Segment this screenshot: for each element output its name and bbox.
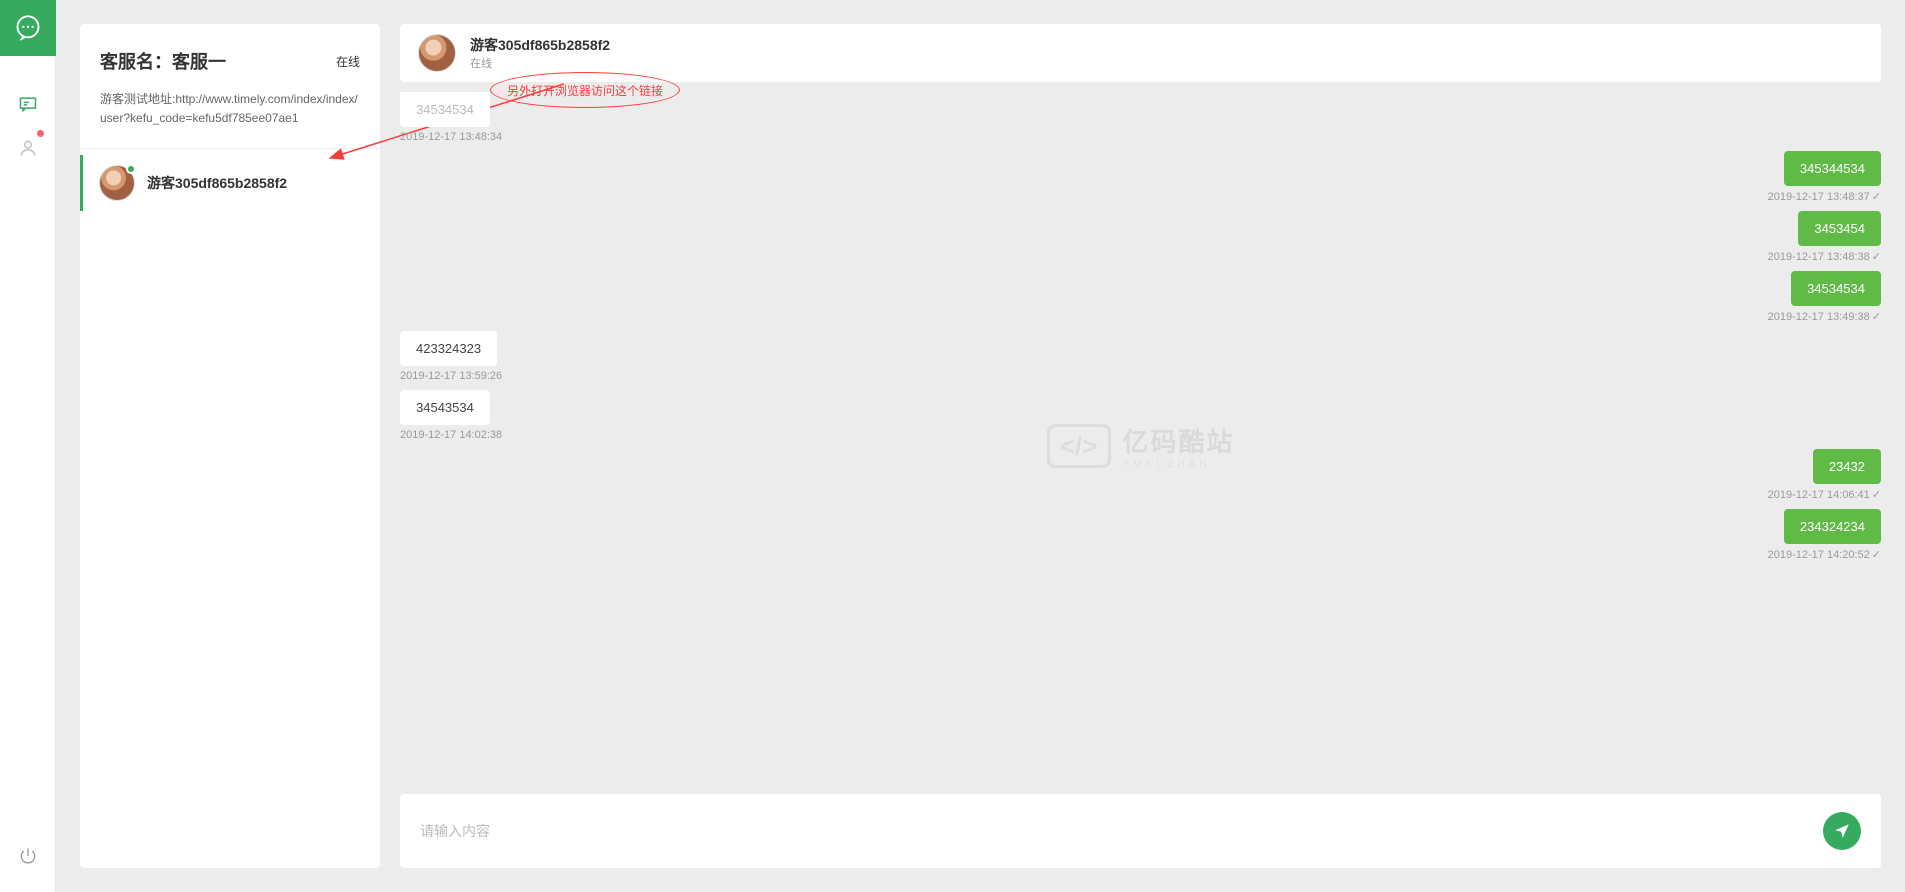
chat-panel: 游客305df865b2858f2 在线 另外打开浏览器访问这个链接 </> 亿… (400, 24, 1881, 868)
message-bubble: 34543534 (400, 390, 490, 425)
nav-contacts[interactable] (0, 126, 56, 170)
send-icon (1833, 822, 1851, 840)
nav-logo[interactable] (0, 0, 56, 56)
sidebar: 客服名：客服一 在线 游客测试地址:http://www.timely.com/… (80, 24, 380, 868)
nav-power[interactable] (0, 834, 56, 878)
check-icon: ✓ (1872, 190, 1881, 203)
message-bubble: 23432 (1813, 449, 1881, 484)
message-timestamp: 2019-12-17 13:48:38✓ (1768, 250, 1881, 263)
message-timestamp: 2019-12-17 14:20:52✓ (1768, 548, 1881, 561)
avatar (99, 165, 135, 201)
sent-message: 234324234 2019-12-17 14:20:52✓ (400, 509, 1881, 561)
message-bubble: 345344534 (1784, 151, 1881, 186)
chat-peer-status: 在线 (470, 55, 610, 71)
chat-input-bar (400, 794, 1881, 868)
check-icon: ✓ (1872, 250, 1881, 263)
user-icon (18, 138, 38, 158)
chat-peer-name: 游客305df865b2858f2 (470, 35, 610, 55)
message-timestamp: 2019-12-17 14:06:41✓ (1768, 488, 1881, 501)
received-message: 34534534 2019-12-17 13:48:34 (400, 92, 1881, 143)
sent-message: 3453454 2019-12-17 13:48:38✓ (400, 211, 1881, 263)
power-icon (18, 846, 38, 866)
message-icon (18, 94, 38, 114)
chat-bubble-icon (14, 14, 42, 42)
agent-name: 客服名：客服一 (100, 48, 226, 74)
sent-message: 345344534 2019-12-17 13:48:37✓ (400, 151, 1881, 203)
left-nav (0, 0, 56, 892)
avatar (418, 34, 456, 72)
received-message: 423324323 2019-12-17 13:59:26 (400, 331, 1881, 382)
message-list[interactable]: </> 亿码酷站 YMKUZHAN 345345342019-12-17 13:… (400, 82, 1881, 786)
contact-item[interactable]: 游客305df865b2858f2 (80, 155, 380, 211)
contact-name: 游客305df865b2858f2 (147, 173, 287, 193)
message-bubble: 234324234 (1784, 509, 1881, 544)
notification-dot (37, 130, 44, 137)
message-bubble: 34534534 (1791, 271, 1881, 306)
message-timestamp: 2019-12-17 13:49:38✓ (1768, 310, 1881, 323)
received-message: 34543534 2019-12-17 14:02:38 (400, 390, 1881, 441)
message-bubble: 3453454 (1798, 211, 1881, 246)
message-bubble: 423324323 (400, 331, 497, 366)
check-icon: ✓ (1872, 548, 1881, 561)
agent-status: 在线 (336, 53, 360, 70)
message-input[interactable] (420, 823, 1823, 839)
message-timestamp: 2019-12-17 13:48:34 (400, 131, 502, 143)
send-button[interactable] (1823, 812, 1861, 850)
nav-messages[interactable] (0, 82, 56, 126)
chat-header: 游客305df865b2858f2 在线 另外打开浏览器访问这个链接 (400, 24, 1881, 82)
online-dot (126, 164, 136, 174)
check-icon: ✓ (1872, 488, 1881, 501)
message-bubble: 34534534 (400, 92, 490, 127)
guest-test-url: 游客测试地址:http://www.timely.com/index/index… (80, 86, 380, 148)
message-timestamp: 2019-12-17 13:59:26 (400, 370, 502, 382)
message-timestamp: 2019-12-17 14:02:38 (400, 429, 502, 441)
check-icon: ✓ (1872, 310, 1881, 323)
message-timestamp: 2019-12-17 13:48:37✓ (1768, 190, 1881, 203)
sent-message: 34534534 2019-12-17 13:49:38✓ (400, 271, 1881, 323)
sent-message: 23432 2019-12-17 14:06:41✓ (400, 449, 1881, 501)
contact-list: 游客305df865b2858f2 (80, 148, 380, 211)
